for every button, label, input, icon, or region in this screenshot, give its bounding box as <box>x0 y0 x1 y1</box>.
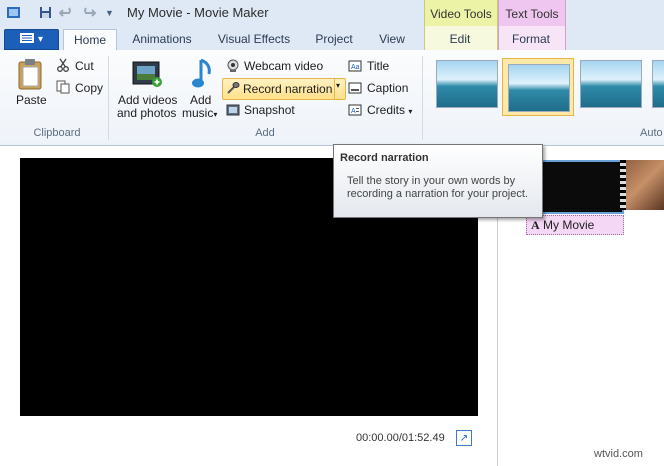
tab-edit[interactable]: Edit <box>424 29 496 50</box>
credits-button[interactable]: Credits ▾ <box>367 103 412 117</box>
credits-label: Credits <box>367 103 406 117</box>
menu-dropdown-icon: ▾ <box>37 34 44 45</box>
app-icon <box>6 5 21 20</box>
svg-text:Aa: Aa <box>351 64 360 71</box>
tooltip-body: Tell the story in your own words by reco… <box>347 175 528 200</box>
microphone-icon <box>226 81 240 95</box>
add-music-label-2[interactable]: music▾ <box>182 106 217 120</box>
copy-icon <box>56 80 70 94</box>
storyboard-clip[interactable] <box>620 160 664 210</box>
paste-icon <box>17 58 45 90</box>
title-button[interactable]: Title <box>367 59 389 73</box>
automovie-theme-thumbnail[interactable] <box>580 60 642 108</box>
record-dropdown-icon[interactable]: ▾ <box>336 81 340 90</box>
title-icon: Aa <box>348 59 362 73</box>
tooltip-title: Record narration <box>340 152 429 164</box>
tab-view[interactable]: View <box>370 29 414 50</box>
customize-qat-icon[interactable]: ▼ <box>102 5 117 20</box>
tab-format[interactable]: Format <box>498 29 564 50</box>
caption-overlay[interactable]: A My Movie <box>526 215 624 235</box>
text-caption-icon: A <box>531 218 540 232</box>
add-videos-label-2[interactable]: and photos <box>117 106 176 120</box>
tab-project[interactable]: Project <box>308 29 360 50</box>
tooltip: Record narration Tell the story in your … <box>333 144 543 218</box>
copy-button[interactable]: Copy <box>75 81 103 95</box>
split-divider <box>334 79 335 99</box>
webcam-video-button[interactable]: Webcam video <box>244 59 323 73</box>
tab-animations[interactable]: Animations <box>127 29 197 50</box>
add-videos-icon <box>131 58 163 90</box>
snapshot-icon <box>226 103 240 117</box>
window-title: My Movie - Movie Maker <box>127 5 269 20</box>
group-divider <box>422 56 423 140</box>
chevron-down-icon: ▾ <box>213 110 218 119</box>
video-tools-label: Video Tools <box>430 7 492 21</box>
record-narration-button[interactable]: Record narration ▾ <box>222 78 346 100</box>
menu-icon <box>19 33 34 46</box>
automovie-theme-thumbnail[interactable] <box>436 60 498 108</box>
add-group-label: Add <box>255 127 275 139</box>
group-divider <box>108 56 109 140</box>
webcam-icon <box>226 59 240 73</box>
automovie-theme-thumbnail[interactable] <box>652 60 664 108</box>
add-music-icon <box>191 56 215 90</box>
add-music-text: music <box>182 106 214 120</box>
add-videos-label-1[interactable]: Add videos <box>118 93 177 107</box>
cut-button[interactable]: Cut <box>75 59 94 73</box>
undo-icon[interactable] <box>59 5 74 20</box>
tab-home[interactable]: Home <box>63 29 117 52</box>
timecode: 00:00.00/01:52.49 <box>356 432 445 444</box>
credits-icon: A <box>348 103 362 117</box>
redo-icon[interactable] <box>81 5 96 20</box>
watermark: wtvid.com <box>594 448 643 460</box>
chevron-down-icon: ▾ <box>408 107 413 116</box>
cut-icon <box>56 58 70 72</box>
svg-text:A: A <box>351 108 356 115</box>
snapshot-button[interactable]: Snapshot <box>244 103 295 117</box>
fullscreen-icon[interactable]: ↗ <box>456 430 472 446</box>
text-tools-label: Text Tools <box>505 7 559 21</box>
caption-button[interactable]: Caption <box>367 81 408 95</box>
automovie-group-label: Auto <box>640 127 663 139</box>
add-music-label-1[interactable]: Add <box>190 93 211 107</box>
record-narration-label: Record narration <box>243 82 333 96</box>
clipboard-group-label: Clipboard <box>33 127 81 139</box>
tab-visual-effects[interactable]: Visual Effects <box>212 29 296 50</box>
caption-icon <box>348 81 362 95</box>
save-icon[interactable] <box>38 5 53 20</box>
theme-preview <box>508 64 570 112</box>
automovie-theme-selected[interactable] <box>502 58 574 116</box>
paste-button[interactable]: Paste <box>16 93 47 107</box>
caption-text: My Movie <box>543 218 595 232</box>
film-strip-edge <box>620 160 626 210</box>
app-menu-button[interactable]: ▾ <box>4 29 59 50</box>
